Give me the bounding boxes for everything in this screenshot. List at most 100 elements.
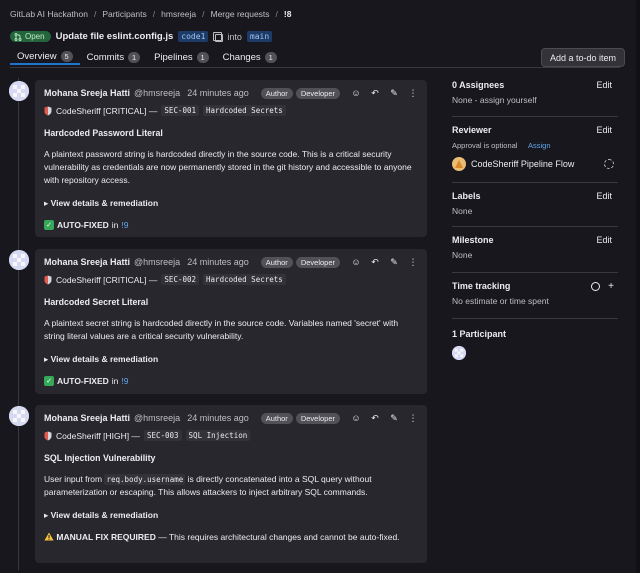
role-badge-developer: Developer [295,87,340,99]
inline-code: req.body.username [104,474,186,485]
status-badge-label: Open [25,32,45,41]
reply-icon[interactable]: ↶ [370,257,380,268]
tab-overview[interactable]: Overview 5 [10,50,80,65]
manual-fix-description: — This requires architectural changes an… [158,532,400,542]
source-branch[interactable]: code1 [178,31,209,42]
clock-icon[interactable] [591,282,601,291]
finding-id: SEC-003 [143,430,182,441]
participant-avatar[interactable] [452,346,466,360]
more-actions-icon[interactable]: ⋮ [408,257,418,268]
timeline-line [18,78,19,570]
identicon-icon [452,346,466,360]
comment-note: Mohana Sreeja Hatti @hmsreeja 24 minutes… [35,405,427,563]
fix-mr-link[interactable]: !9 [121,220,128,230]
labels-edit-button[interactable]: Edit [596,191,612,201]
avatar[interactable] [9,250,29,270]
tab-commits[interactable]: Commits 1 [80,50,147,65]
finding-tool-label: CodeSheriff [HIGH] — [56,430,140,441]
note-handle[interactable]: @hmsreeja [134,88,180,98]
shield-icon [44,106,52,115]
identicon-icon [9,250,29,270]
note-timestamp[interactable]: 24 minutes ago [187,413,249,423]
role-badge-developer: Developer [295,412,340,424]
tab-changes[interactable]: Changes 1 [216,50,284,65]
breadcrumb-separator: / [202,9,205,19]
time-tracking-actions: + [591,281,614,292]
fix-status: ✓ AUTO-FIXED in !9 [44,376,418,386]
view-details-toggle[interactable]: ▸ View details & remediation [44,354,418,365]
review-pending-icon [604,159,614,169]
breadcrumb-participants[interactable]: Participants [102,9,146,19]
assignees-section: 0 Assignees Edit None - assign yourself [452,78,618,117]
bot-avatar-icon [452,157,466,171]
merge-request-icon [14,32,22,41]
target-branch[interactable]: main [246,31,273,42]
labels-value: None [452,206,473,216]
note-author[interactable]: Mohana Sreeja Hatti [44,257,130,267]
note-timestamp[interactable]: 24 minutes ago [187,88,249,98]
note-author[interactable]: Mohana Sreeja Hatti [44,413,130,423]
reply-icon[interactable]: ↶ [370,88,380,99]
fix-status-label: AUTO-FIXED [57,220,109,230]
fix-status: ✓ AUTO-FIXED in !9 [44,220,418,230]
reviewer-edit-button[interactable]: Edit [596,125,612,135]
fix-mr-link[interactable]: !9 [121,376,128,386]
role-badge-author: Author [260,87,293,99]
copy-icon[interactable] [213,32,224,42]
breadcrumb-project[interactable]: hmsreeja [161,9,196,19]
note-handle[interactable]: @hmsreeja [134,413,180,423]
tab-label: Overview [17,51,57,62]
reviewer-note: Approval is optional [452,141,518,150]
view-details-toggle[interactable]: ▸ View details & remediation [44,510,418,521]
view-details-toggle[interactable]: ▸ View details & remediation [44,198,418,209]
avatar[interactable] [9,406,29,426]
tab-count: 5 [60,51,73,62]
labels-title: Labels [452,191,481,201]
avatar[interactable] [9,81,29,101]
check-icon: ✓ [44,376,54,386]
assignees-edit-button[interactable]: Edit [596,80,612,90]
description-text: User input from [44,474,103,484]
breadcrumb-current-mr[interactable]: !8 [284,9,292,19]
edit-pencil-icon[interactable]: ✎ [389,413,399,424]
reply-icon[interactable]: ↶ [370,413,380,424]
note-actions: ☺ ↶ ✎ ⋮ [351,88,418,99]
tab-count: 1 [196,52,209,63]
add-todo-button[interactable]: Add a to-do item [541,48,626,67]
tab-count: 1 [264,52,277,63]
note-handle[interactable]: @hmsreeja [134,257,180,267]
emoji-reaction-icon[interactable]: ☺ [351,88,361,98]
reviewer-assign-link[interactable]: Assign [528,141,551,150]
note-author[interactable]: Mohana Sreeja Hatti [44,88,130,98]
participants-section: 1 Participant [452,319,618,360]
more-actions-icon[interactable]: ⋮ [408,413,418,424]
reviewer-name: CodeSheriff Pipeline Flow [471,159,575,169]
assignees-value[interactable]: None - assign yourself [452,95,618,105]
shield-icon [44,431,52,440]
tab-label: Pipelines [154,52,193,63]
edit-pencil-icon[interactable]: ✎ [389,88,399,99]
tab-pipelines[interactable]: Pipelines 1 [147,50,216,65]
breadcrumb-group[interactable]: GitLab AI Hackathon [10,9,88,19]
more-actions-icon[interactable]: ⋮ [408,88,418,99]
milestone-title: Milestone [452,235,494,245]
emoji-reaction-icon[interactable]: ☺ [351,413,361,423]
page-title: Update file eslint.config.js [55,31,174,42]
emoji-reaction-icon[interactable]: ☺ [351,257,361,267]
finding-category: SQL Injection [185,430,251,441]
finding-source: CodeSheriff [HIGH] — SEC-003 SQL Injecti… [44,430,418,441]
right-sidebar: 0 Assignees Edit None - assign yourself … [452,78,618,360]
status-badge: Open [10,31,51,42]
breadcrumb-merge-requests[interactable]: Merge requests [210,9,269,19]
reviewer-item[interactable]: CodeSheriff Pipeline Flow [452,157,618,171]
into-label: into [227,31,242,42]
finding-description: A plaintext password string is hardcoded… [44,149,412,185]
edit-pencil-icon[interactable]: ✎ [389,257,399,268]
finding-heading: Hardcoded Secret Literal [44,297,149,307]
plus-icon[interactable]: + [608,281,614,292]
note-timestamp[interactable]: 24 minutes ago [187,257,249,267]
check-icon: ✓ [44,220,54,230]
finding-source: CodeSheriff [CRITICAL] — SEC-002 Hardcod… [44,274,418,285]
milestone-edit-button[interactable]: Edit [596,235,612,245]
tab-label: Changes [222,52,261,63]
